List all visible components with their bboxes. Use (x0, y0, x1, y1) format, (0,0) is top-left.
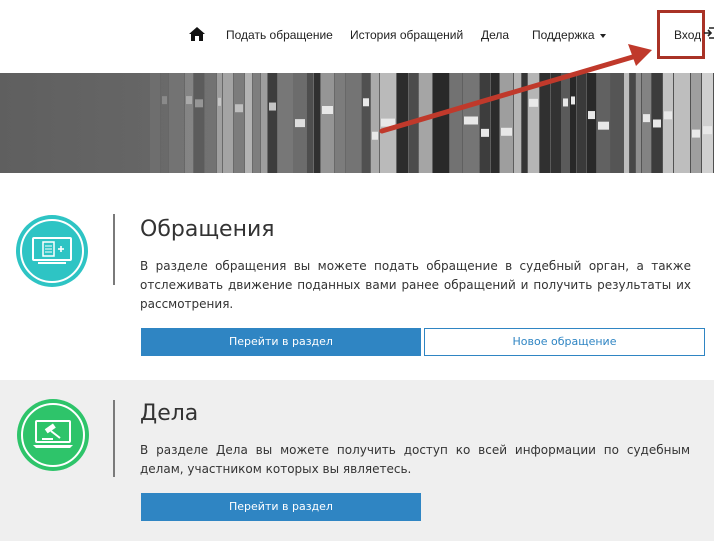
cases-go-to-section-button[interactable]: Перейти в раздел (141, 493, 421, 521)
appeals-icon-circle (16, 215, 88, 287)
appeals-description: В разделе обращения вы можете подать обр… (140, 259, 691, 311)
new-appeal-button[interactable]: Новое обращение (424, 328, 705, 356)
cases-title: Дела (140, 401, 199, 426)
cases-description: В разделе Дела вы можете получить доступ… (140, 443, 690, 476)
appeals-section: Обращения В разделе обращения вы можете … (0, 173, 714, 380)
appeals-title: Обращения (140, 217, 275, 242)
divider (113, 400, 115, 477)
cases-icon-circle (17, 399, 89, 471)
document-screen-icon (32, 237, 72, 264)
appeals-go-to-section-button[interactable]: Перейти в раздел (141, 328, 421, 356)
cases-section: Дела В разделе Дела вы можете получить д… (0, 380, 714, 541)
gavel-screen-icon (33, 420, 73, 448)
divider (113, 214, 115, 285)
